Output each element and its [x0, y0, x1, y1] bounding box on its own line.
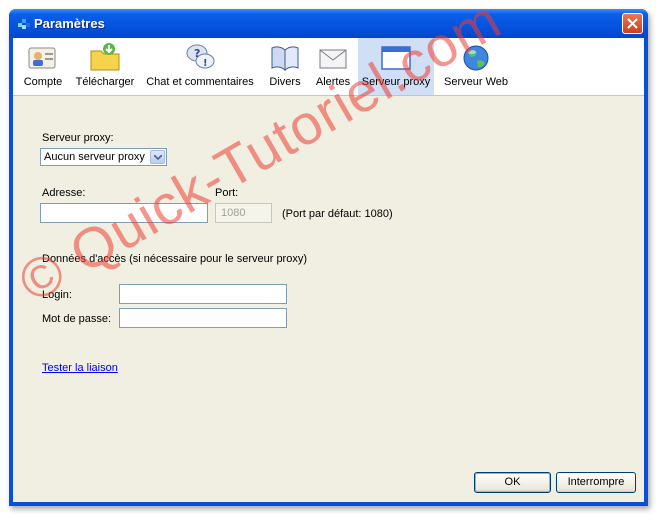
proxy-settings-panel: Serveur proxy: Aucun serveur proxy Adres…: [13, 96, 644, 502]
tab-chat-commentaires[interactable]: ? ! Chat et commentaires: [143, 38, 257, 95]
download-folder-icon: [90, 43, 120, 71]
password-label: Mot de passe:: [42, 313, 112, 325]
title-bar[interactable]: Paramètres: [9, 9, 648, 38]
tab-label: Télécharger: [75, 76, 135, 88]
dropdown-arrow-button[interactable]: [150, 150, 165, 164]
tab-compte[interactable]: Compte: [19, 38, 67, 95]
test-connection-link[interactable]: Tester la liaison: [42, 362, 118, 374]
cancel-button[interactable]: Interrompre: [556, 472, 636, 493]
tab-label: Divers: [269, 76, 301, 88]
proxy-server-value: Aucun serveur proxy: [44, 151, 145, 163]
tab-telecharger[interactable]: Télécharger: [73, 38, 137, 95]
login-input[interactable]: [119, 284, 287, 304]
chat-question-icon: ? !: [186, 44, 215, 69]
svg-text:?: ?: [194, 47, 200, 60]
chevron-down-icon: [154, 155, 162, 160]
address-label: Adresse:: [42, 187, 86, 199]
proxy-server-label: Serveur proxy:: [42, 132, 114, 144]
ok-button[interactable]: OK: [474, 472, 551, 493]
port-default-hint: (Port par défaut: 1080): [282, 208, 393, 220]
password-input[interactable]: [119, 308, 287, 328]
user-card-icon: [28, 47, 56, 69]
proxy-server-select[interactable]: Aucun serveur proxy: [40, 148, 167, 166]
tab-label: Chat et commentaires: [146, 76, 254, 88]
close-icon: [627, 18, 638, 29]
tab-label: Serveur Web: [444, 76, 508, 88]
tab-label: Compte: [23, 76, 63, 88]
tab-divers[interactable]: Divers: [265, 38, 305, 95]
close-button[interactable]: [622, 13, 643, 34]
window-title: Paramètres: [34, 16, 105, 31]
svg-text:!: !: [203, 58, 208, 69]
port-value: 1080: [221, 207, 246, 219]
book-icon: [271, 46, 299, 72]
app-icon: [18, 19, 30, 29]
